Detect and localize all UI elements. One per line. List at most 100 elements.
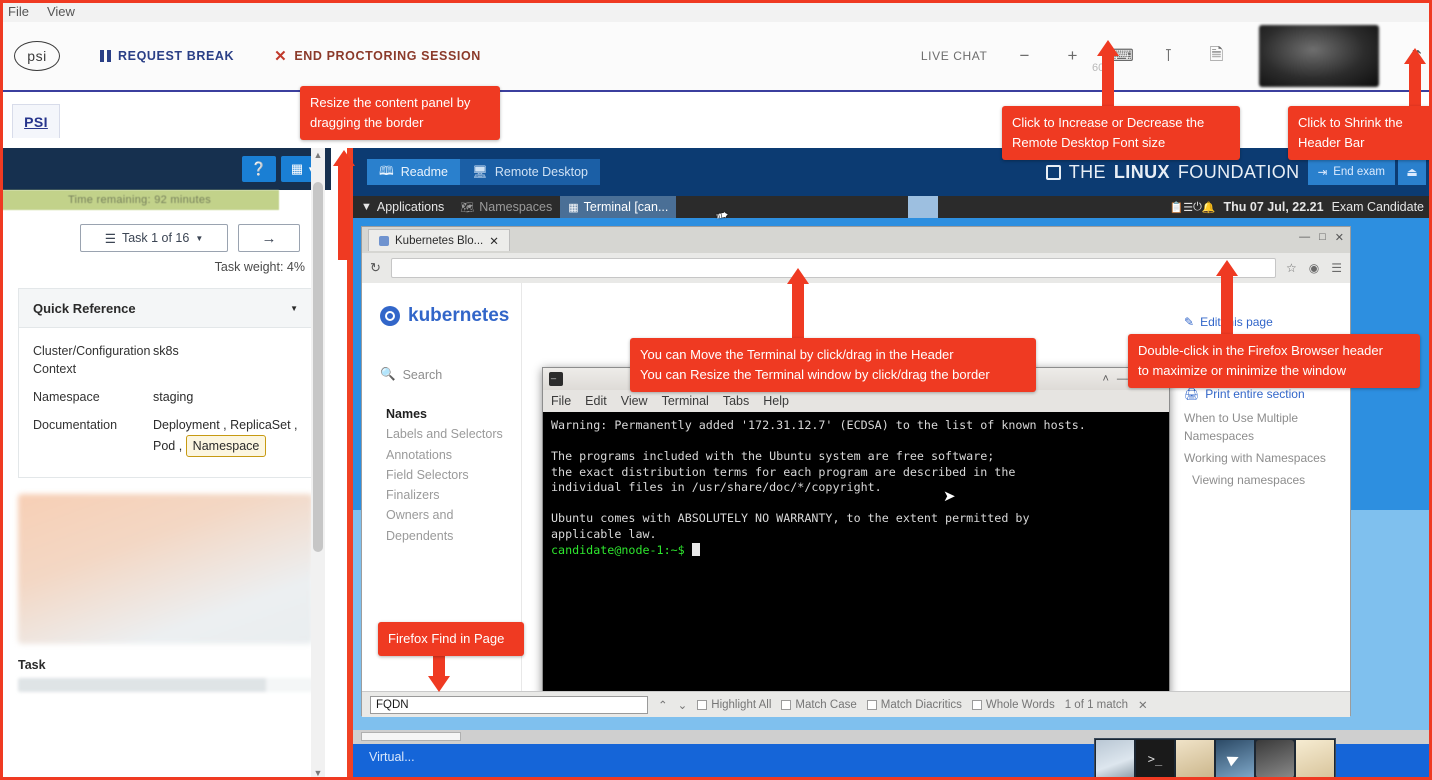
kubernetes-logo: kubernetes	[362, 283, 521, 327]
quick-reference-header[interactable]: Quick Reference ▼	[18, 288, 313, 328]
end-exam-button[interactable]: ⇥ End exam	[1307, 159, 1395, 185]
minimize-icon[interactable]: —	[1117, 373, 1128, 386]
sidebar-item-finalizers[interactable]: Finalizers	[386, 485, 521, 505]
checkbox-icon	[697, 699, 708, 710]
doc-link-pod[interactable]: Pod	[153, 439, 175, 453]
sidebar-item-names[interactable]: Names	[386, 404, 521, 424]
scroll-up-icon[interactable]: ▲	[313, 150, 323, 160]
text-size-icon[interactable]: ⊺	[1157, 46, 1179, 66]
task-selector-dropdown[interactable]: ☰ Task 1 of 16 ▼	[80, 224, 228, 252]
annotation-line: Resize the content panel by	[310, 95, 471, 110]
toc-item-multiple-namespaces[interactable]: When to Use Multiple Namespaces	[1184, 409, 1350, 445]
next-task-button[interactable]: →	[238, 224, 300, 252]
match-diacritics-checkbox[interactable]: Match Diacritics	[866, 698, 962, 711]
firefox-findbar: FQDN ⌃ ⌄ Highlight All Match Case Match …	[362, 691, 1350, 717]
annotation-line: Header Bar	[1298, 135, 1365, 151]
highlight-all-checkbox[interactable]: Highlight All	[697, 699, 771, 711]
sidebar-item-labels-and-selectors[interactable]: Labels and Selectors	[386, 424, 521, 444]
document-icon[interactable]: 🗎	[1205, 42, 1227, 71]
sidebar-item-field-selectors[interactable]: Field Selectors	[386, 465, 521, 485]
toc-item-viewing-namespaces[interactable]: Viewing namespaces	[1184, 471, 1350, 489]
clipboard-icon[interactable]: 📋	[1170, 201, 1184, 214]
menu-file[interactable]: File	[8, 4, 29, 19]
terminal-icon	[549, 369, 563, 386]
whole-words-label: Whole Words	[985, 698, 1055, 711]
terminal-output[interactable]: Warning: Permanently added '172.31.12.7'…	[543, 412, 1169, 696]
end-exam-label: End exam	[1333, 166, 1385, 178]
rollup-icon[interactable]: ˄	[1102, 373, 1108, 386]
lf-suffix: FOUNDATION	[1177, 161, 1300, 182]
terminal-menu-view[interactable]: View	[621, 394, 648, 408]
zoom-out-icon[interactable]: −	[1013, 46, 1035, 66]
terminal-menu-file[interactable]: File	[551, 394, 571, 408]
reload-icon[interactable]: ↻	[370, 260, 381, 276]
find-next-icon[interactable]: ⌄	[678, 698, 688, 712]
terminal-menu-tabs[interactable]: Tabs	[723, 394, 749, 408]
media-icon[interactable]	[1216, 740, 1254, 778]
close-icon[interactable]: ✕	[489, 234, 499, 248]
power-icon[interactable]: ⏻	[1193, 201, 1202, 214]
gnome-user-label[interactable]: Exam Candidate	[1332, 200, 1432, 214]
network-icon[interactable]: ☰	[1183, 201, 1193, 214]
tab-remote-desktop[interactable]: 🖥 Remote Desktop	[460, 159, 600, 185]
gnome-terminal-window[interactable]: ▦ Terminal [can...	[560, 196, 677, 218]
action-edit-this-page[interactable]: ✎ Edit this page	[1184, 313, 1350, 331]
zoom-in-icon[interactable]: +	[1061, 46, 1083, 66]
terminal-menu-help[interactable]: Help	[763, 394, 789, 408]
firefox-tab-title: Kubernetes Blo...	[395, 234, 484, 247]
sidebar-item-annotations[interactable]: Annotations	[386, 445, 521, 465]
tab-psi[interactable]: PSI	[12, 104, 60, 138]
toc-item-working-with-namespaces[interactable]: Working with Namespaces	[1184, 449, 1350, 467]
bookmark-icon[interactable]: ☆	[1286, 261, 1297, 275]
annotation-resize-panel: Resize the content panel by dragging the…	[300, 86, 500, 141]
close-findbar-icon[interactable]: ✕	[1138, 698, 1148, 712]
terminal-menu-terminal[interactable]: Terminal	[662, 394, 709, 408]
url-input[interactable]	[390, 258, 1276, 278]
tab-readme[interactable]: 🕮 Readme	[367, 159, 460, 185]
k8s-search-box[interactable]: 🔍 Search	[362, 327, 521, 382]
menu-view[interactable]: View	[47, 4, 75, 19]
terminal-menu-edit[interactable]: Edit	[585, 394, 607, 408]
terminal-icon[interactable]: >_	[1136, 740, 1174, 778]
doc-link-namespace[interactable]: Namespace	[185, 434, 267, 457]
scroll-down-icon[interactable]: ▼	[313, 768, 323, 778]
workspace-switcher[interactable]	[907, 196, 938, 218]
eject-button[interactable]: ⏏	[1398, 159, 1426, 185]
exam-panel-scrollbar[interactable]: ▲ ▼	[311, 148, 325, 780]
tab-remote-desktop-label: Remote Desktop	[494, 165, 588, 179]
end-proctoring-session-button[interactable]: ✕ END PROCTORING SESSION	[274, 47, 481, 65]
screen-icon[interactable]	[1096, 740, 1134, 778]
scrollbar-thumb[interactable]	[361, 732, 461, 741]
match-diacritics-label: Match Diacritics	[880, 698, 962, 711]
files-icon[interactable]	[1296, 740, 1334, 778]
account-icon[interactable]: ◉	[1309, 261, 1319, 275]
arrow-move-terminal	[787, 268, 809, 346]
firefox-tab[interactable]: Kubernetes Blo... ✕	[368, 229, 510, 251]
task-description-text	[18, 677, 313, 692]
find-input[interactable]: FQDN	[370, 695, 648, 714]
live-chat-button[interactable]: LIVE CHAT	[921, 49, 988, 63]
doc-link-replicaset[interactable]: ReplicaSet	[230, 418, 290, 432]
maximize-icon[interactable]: □	[1319, 231, 1326, 244]
match-case-checkbox[interactable]: Match Case	[781, 699, 857, 711]
firefox-tabbar[interactable]: Kubernetes Blo... ✕ — □ ✕	[362, 227, 1350, 253]
minimize-icon[interactable]: —	[1299, 231, 1310, 244]
doc-link-deployment[interactable]: Deployment	[153, 418, 220, 432]
gnome-clock[interactable]: Thu 07 Jul, 22.21	[1216, 200, 1332, 214]
folder-icon[interactable]	[1176, 740, 1214, 778]
camera-icon[interactable]	[1256, 740, 1294, 778]
bell-icon[interactable]: 🔔	[1202, 201, 1216, 214]
hamburger-menu-icon[interactable]: ☰	[1331, 261, 1342, 275]
gnome-namespaces-window[interactable]: 🗺 Namespaces	[452, 196, 560, 218]
help-button[interactable]: ❔	[242, 156, 276, 182]
gnome-applications-label: Applications	[376, 200, 445, 214]
close-icon[interactable]: ✕	[1335, 231, 1344, 244]
chevron-down-icon: ▼	[290, 303, 298, 313]
request-break-button[interactable]: REQUEST BREAK	[100, 49, 234, 63]
scrollbar-thumb[interactable]	[313, 182, 323, 552]
sidebar-item-owners-and-dependents[interactable]: Owners and Dependents	[386, 505, 521, 546]
gnome-applications-menu[interactable]: ▼ Applications	[353, 196, 452, 218]
whole-words-checkbox[interactable]: Whole Words	[971, 698, 1055, 711]
terminal-icon: ▦	[568, 201, 579, 214]
find-previous-icon[interactable]: ⌃	[658, 698, 668, 712]
